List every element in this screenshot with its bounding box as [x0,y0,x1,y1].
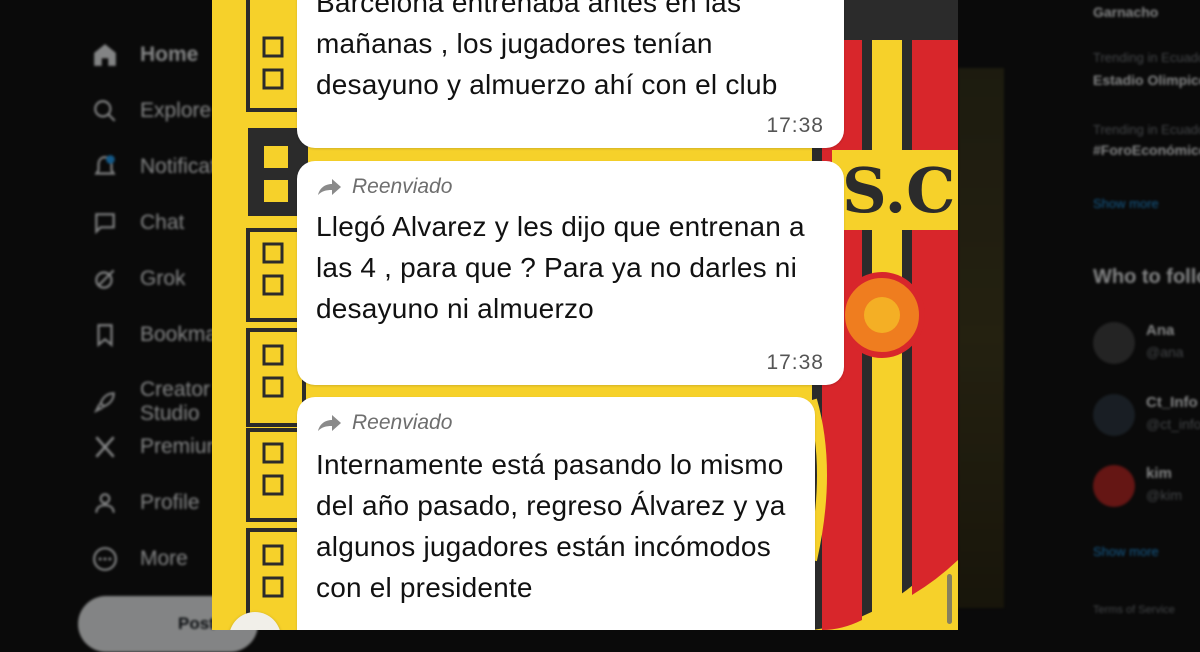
forwarded-label: Reenviado [316,408,795,438]
sidebar-item-label: Grok [140,267,186,290]
x-logo-icon [92,434,118,460]
chat-bubble[interactable]: Reenviado Llegó Alvarez y les dijo que e… [297,161,844,385]
forwarded-label: Reenviado [316,172,824,202]
sidebar-item-more[interactable]: More [92,546,188,572]
sidebar-item-profile[interactable]: Profile [92,490,200,516]
avatar[interactable] [1093,322,1135,364]
message-text-partial: Barcelona entrenaba antes en las [316,0,742,18]
sidebar-item-premium[interactable]: Premium [92,434,224,460]
follow-name[interactable]: Ct_Info [1146,394,1198,411]
forwarded-text: Reenviado [352,411,453,434]
background-sidebar: Home Explore Notifications Chat Grok Boo… [0,0,258,652]
bell-icon [92,154,118,180]
trend-meta: Trending in Ecuador [1093,50,1200,65]
follow-handle: @ct_info [1146,416,1200,432]
follow-handle: @ana [1146,344,1184,360]
sidebar-item-home[interactable]: Home [92,42,198,68]
chat-screenshot: S.C. Barcelona entrenaba antes en las ma… [212,0,958,630]
message-text: mañanas , los jugadores tenían desayuno … [316,28,778,100]
forward-arrow-icon [318,179,341,195]
chat-icon [92,210,118,236]
media-thumbnail [958,68,1004,608]
sidebar-item-grok[interactable]: Grok [92,266,186,292]
sidebar-item-label: Creator Studio [140,378,211,425]
avatar[interactable] [1093,394,1135,436]
scrollbar[interactable] [947,574,952,624]
sidebar-item-label: Profile [140,491,200,514]
follow-name[interactable]: kim [1146,465,1172,482]
message-text: Internamente está pasando lo mismo del a… [316,449,786,603]
follow-name[interactable]: Ana [1146,322,1174,339]
grok-icon [92,266,118,292]
show-more-link[interactable]: Show more [1093,196,1159,211]
who-to-follow-heading: Who to follow [1093,266,1200,288]
more-icon [92,546,118,572]
sidebar-item-label: Chat [140,211,185,234]
background-right-panel: Garnacho Trending in Ecuador Estadio Oli… [958,0,1200,630]
sidebar-item-label: More [140,547,188,570]
avatar[interactable] [1093,465,1135,507]
forwarded-text: Reenviado [352,175,453,198]
chat-bubble[interactable]: Reenviado Internamente está pasando lo m… [297,397,815,630]
rocket-icon [92,389,118,415]
home-icon [92,42,118,68]
search-icon [92,98,118,124]
forward-arrow-icon [318,415,341,431]
footer-link[interactable]: Terms of Service [1093,604,1175,616]
svg-text:S.C.: S.C. [842,154,958,227]
sidebar-item-label: Home [140,43,199,66]
show-more-link[interactable]: Show more [1093,544,1159,559]
message-text: Llegó Alvarez y les dijo que entrenan a … [316,211,805,324]
follow-handle: @kim [1146,487,1182,503]
trend-title[interactable]: #ForoEconómico [1093,142,1200,158]
bookmark-icon [92,322,118,348]
sidebar-item-chat[interactable]: Chat [92,210,184,236]
person-icon [92,490,118,516]
trend-title[interactable]: Garnacho [1093,4,1158,20]
sidebar-item-explore[interactable]: Explore [92,98,211,124]
chat-bubble[interactable]: Barcelona entrenaba antes en las mañanas… [297,0,844,148]
trend-title[interactable]: Estadio Olimpico [1093,72,1200,88]
sidebar-item-label: Explore [140,99,212,122]
message-time: 17:38 [766,114,824,137]
sidebar-item-creator-studio[interactable]: Creator Studio [92,378,212,426]
message-time: 17:38 [766,351,824,374]
trend-meta: Trending in Ecuador [1093,122,1200,137]
